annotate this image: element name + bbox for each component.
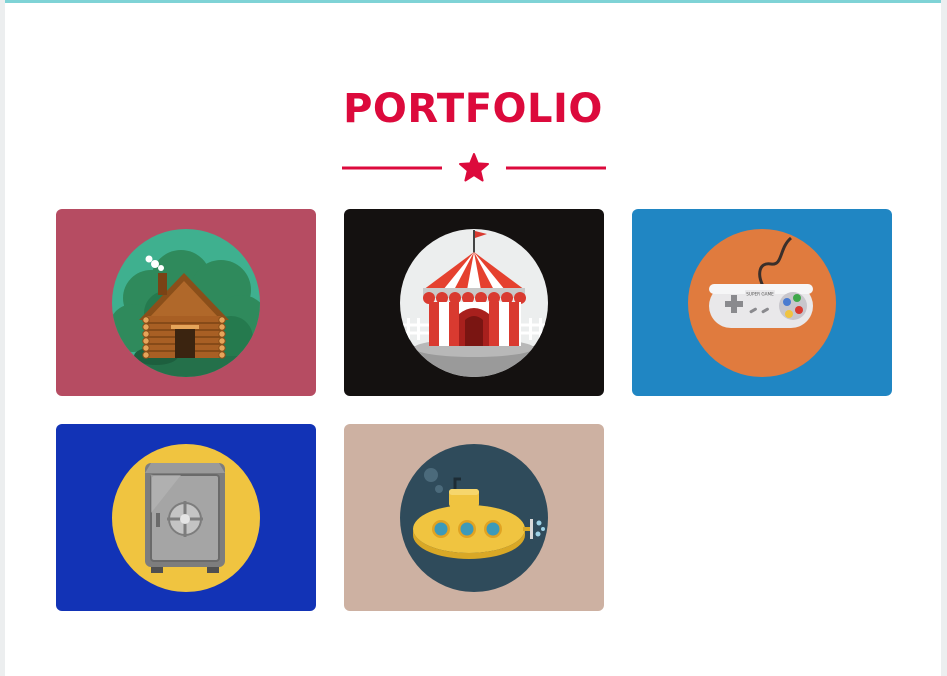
circus-tent-icon [400,229,548,377]
portfolio-item-submarine[interactable] [344,424,604,611]
portfolio-item-safe[interactable] [56,424,316,611]
gamepad-icon: SUPER GAME [688,229,836,377]
star-icon [459,153,489,182]
portfolio-section: PORTFOLIO SUPER GAME [5,0,941,676]
portfolio-item-cabin[interactable] [56,209,316,396]
gamepad-brand-text: SUPER GAME [746,292,774,297]
portfolio-item-gamepad[interactable]: SUPER GAME [632,209,892,396]
safe-icon [112,444,260,592]
portfolio-item-circus[interactable] [344,209,604,396]
log-cabin-icon [112,229,260,377]
submarine-icon [400,444,548,592]
title-divider [342,153,606,182]
section-title: PORTFOLIO [343,86,603,132]
